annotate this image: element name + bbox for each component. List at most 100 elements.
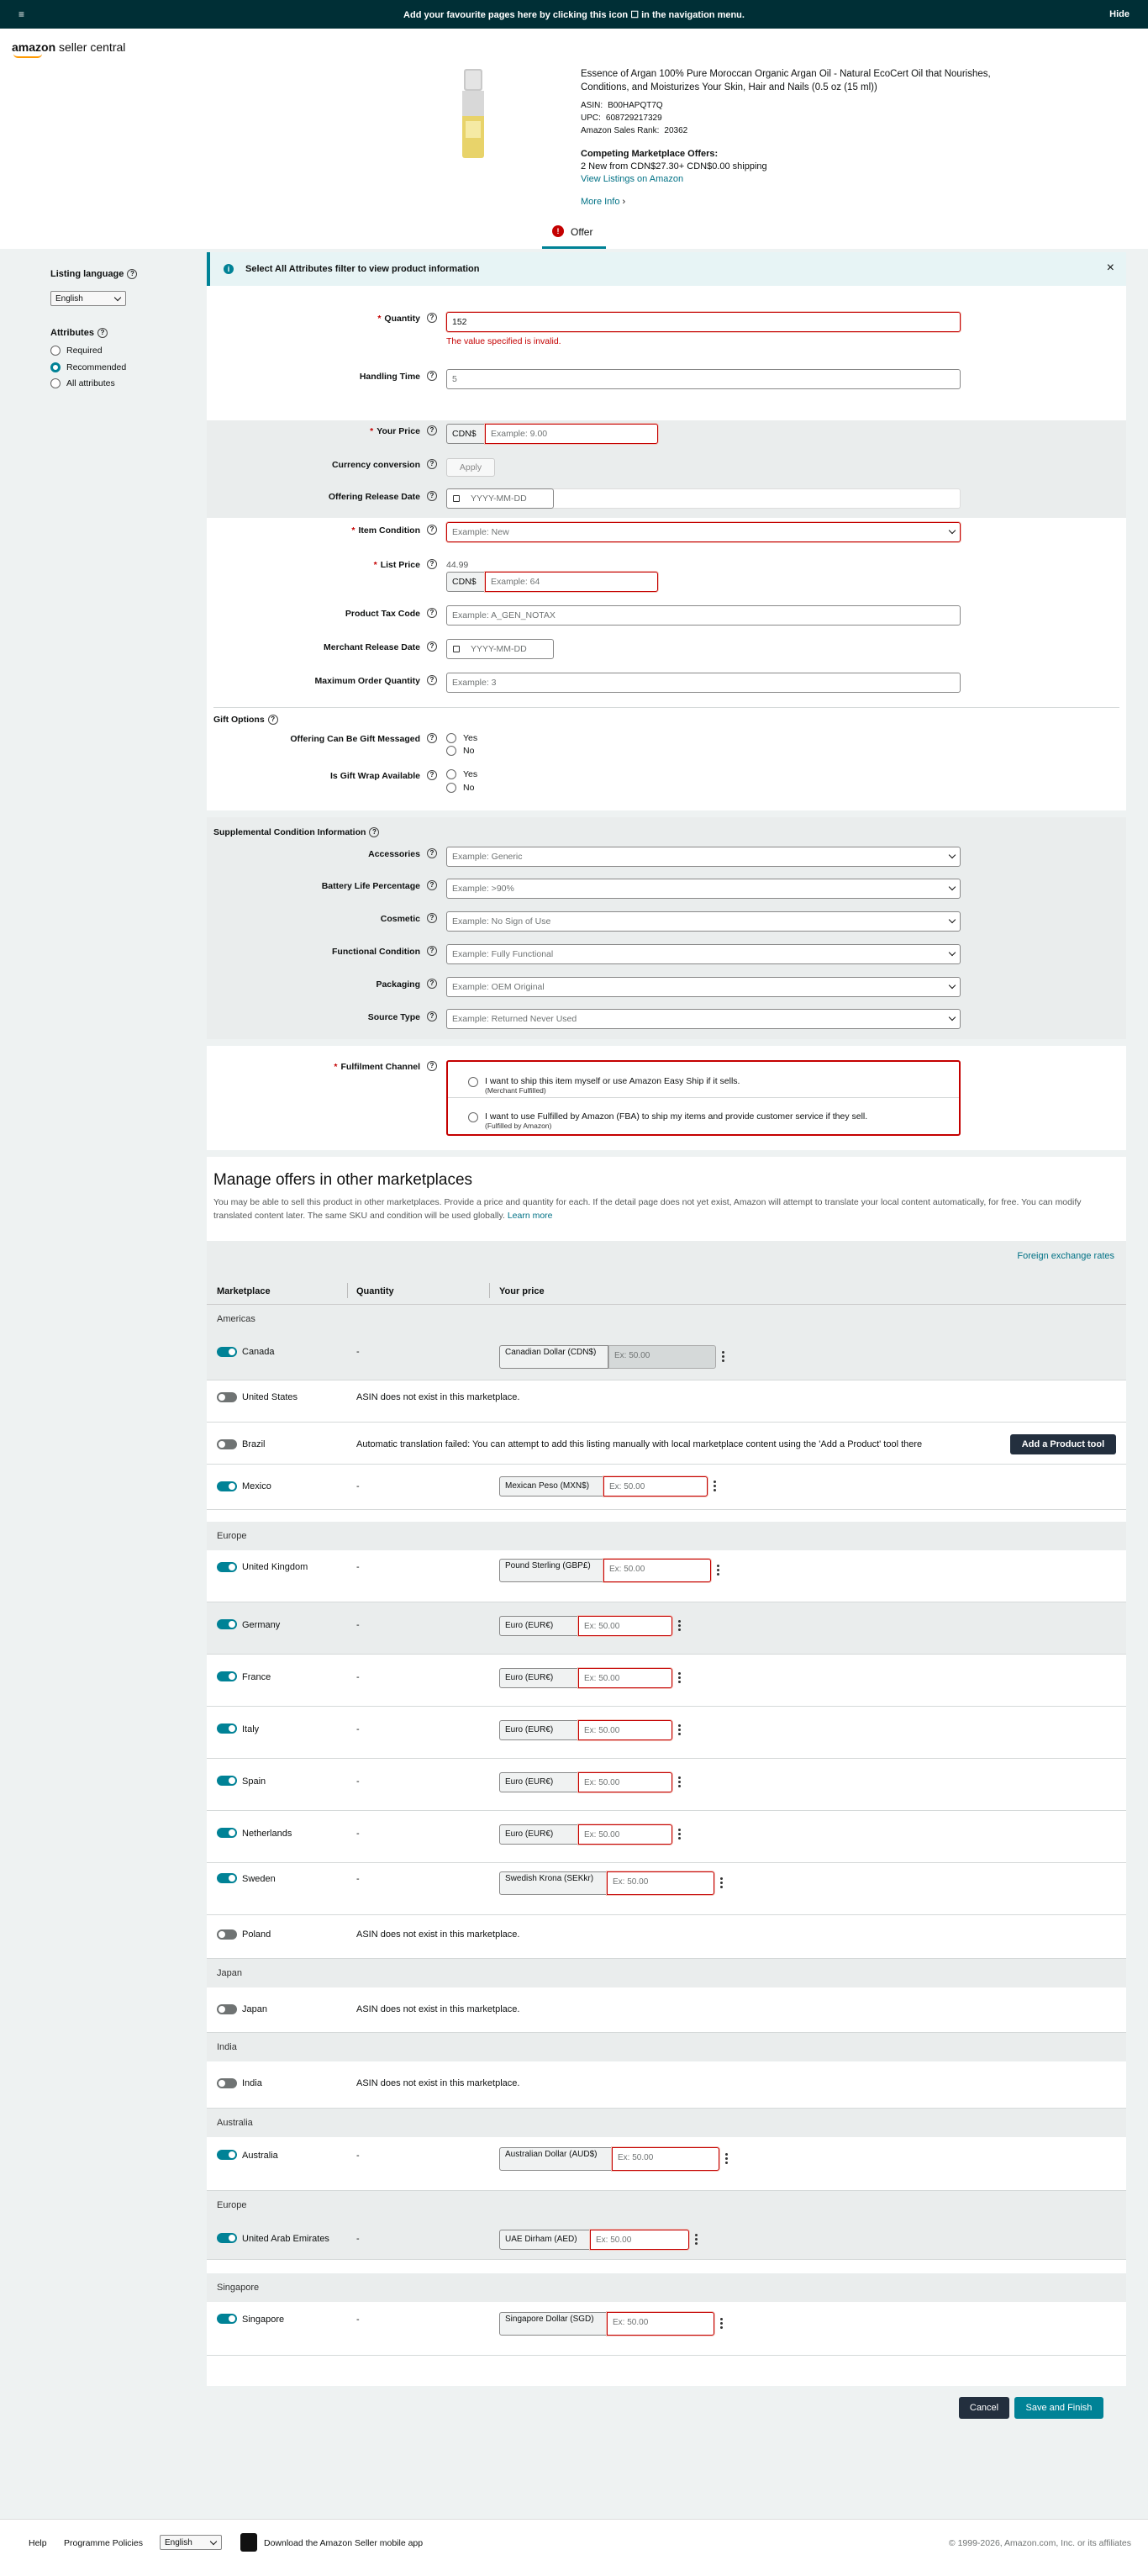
help-icon[interactable]: ? <box>427 880 437 890</box>
footer-help-link[interactable]: Help <box>29 2538 47 2548</box>
help-icon[interactable]: ? <box>427 459 437 469</box>
cancel-button[interactable]: Cancel <box>959 2397 1009 2419</box>
toggle-united-states[interactable] <box>217 1392 237 1402</box>
help-icon[interactable]: ? <box>127 269 138 280</box>
toggle-spain[interactable] <box>217 1776 237 1786</box>
help-icon[interactable]: ? <box>267 715 278 726</box>
handling-time-input[interactable]: 5 <box>446 369 961 389</box>
help-icon[interactable]: ? <box>427 608 437 618</box>
functional-condition-select[interactable]: Example: Fully Functional <box>446 944 961 964</box>
footer-language-select[interactable]: English <box>160 2535 222 2550</box>
mobile-app-link[interactable]: Download the Amazon Seller mobile app <box>264 2538 423 2548</box>
more-options-icon[interactable] <box>678 1672 681 1684</box>
product-tax-code-input[interactable]: Example: A_GEN_NOTAX <box>446 605 961 626</box>
toggle-india[interactable] <box>217 2078 237 2088</box>
foreign-exchange-link[interactable]: Foreign exchange rates <box>1017 1251 1114 1261</box>
help-icon[interactable]: ? <box>369 827 380 838</box>
seller-central-logo[interactable]: amazon seller central <box>12 40 125 58</box>
help-icon[interactable]: ? <box>427 559 437 569</box>
price-input[interactable]: Ex: 50.00 <box>612 2147 719 2171</box>
gift-message-yes-radio[interactable] <box>446 733 456 743</box>
quantity-input[interactable]: 152 <box>446 312 961 332</box>
more-options-icon[interactable] <box>714 1481 716 1492</box>
price-input[interactable]: Ex: 50.00 <box>608 1345 716 1369</box>
radio-recommended[interactable] <box>50 362 61 372</box>
price-input[interactable]: Ex: 50.00 <box>603 1476 708 1497</box>
help-icon[interactable]: ? <box>427 525 437 535</box>
toggle-united-arab-emirates[interactable] <box>217 2233 237 2243</box>
merchant-release-date-input[interactable]: YYYY-MM-DD <box>446 639 554 659</box>
item-condition-select[interactable]: Example: New <box>446 522 961 542</box>
help-icon[interactable]: ? <box>427 675 437 685</box>
toggle-singapore[interactable] <box>217 2314 237 2324</box>
price-input[interactable]: Ex: 50.00 <box>607 1871 714 1895</box>
more-options-icon[interactable] <box>678 1829 681 1840</box>
toggle-germany[interactable] <box>217 1619 237 1629</box>
more-options-icon[interactable] <box>678 1776 681 1788</box>
fba-option[interactable]: I want to use Fulfilled by Amazon (FBA) … <box>485 1111 867 1130</box>
hide-button[interactable]: Hide <box>1109 9 1130 19</box>
price-input[interactable]: Ex: 50.00 <box>578 1668 672 1688</box>
accessories-select[interactable]: Example: Generic <box>446 847 961 867</box>
cosmetic-select[interactable]: Example: No Sign of Use <box>446 911 961 932</box>
close-icon[interactable]: × <box>1107 261 1114 276</box>
more-options-icon[interactable] <box>717 1565 719 1576</box>
help-icon[interactable]: ? <box>427 313 437 323</box>
toggle-japan[interactable] <box>217 2004 237 2014</box>
toggle-netherlands[interactable] <box>217 1828 237 1838</box>
help-icon[interactable]: ? <box>427 641 437 652</box>
price-input[interactable]: Ex: 50.00 <box>590 2230 689 2250</box>
help-icon[interactable]: ? <box>427 913 437 923</box>
more-options-icon[interactable] <box>678 1620 681 1632</box>
calendar-icon[interactable] <box>453 646 460 652</box>
help-icon[interactable]: ? <box>427 733 437 743</box>
toggle-mexico[interactable] <box>217 1481 237 1491</box>
toggle-france[interactable] <box>217 1671 237 1681</box>
language-select[interactable]: English <box>50 291 126 306</box>
packaging-select[interactable]: Example: OEM Original <box>446 977 961 997</box>
help-icon[interactable]: ? <box>427 371 437 381</box>
view-listings-link[interactable]: View Listings on Amazon <box>581 173 767 186</box>
toggle-poland[interactable] <box>217 1929 237 1940</box>
help-icon[interactable]: ? <box>427 979 437 989</box>
add-product-tool-button[interactable]: Add a Product tool <box>1010 1434 1116 1454</box>
price-input[interactable]: Ex: 50.00 <box>603 1559 711 1582</box>
price-input[interactable]: Ex: 50.00 <box>578 1616 672 1636</box>
battery-life-select[interactable]: Example: >90% <box>446 879 961 899</box>
apply-button[interactable]: Apply <box>446 458 495 477</box>
toggle-brazil[interactable] <box>217 1439 237 1449</box>
toggle-united-kingdom[interactable] <box>217 1562 237 1572</box>
help-icon[interactable]: ? <box>427 946 437 956</box>
help-icon[interactable]: ? <box>427 848 437 858</box>
toggle-canada[interactable] <box>217 1347 237 1357</box>
source-type-select[interactable]: Example: Returned Never Used <box>446 1009 961 1029</box>
toggle-sweden[interactable] <box>217 1873 237 1883</box>
merchant-fulfilled-radio[interactable] <box>468 1077 478 1087</box>
gift-wrap-no-radio[interactable] <box>446 783 456 793</box>
more-info-link[interactable]: More Info › <box>581 197 625 207</box>
learn-more-link[interactable]: Learn more <box>508 1211 553 1221</box>
radio-all-attributes[interactable] <box>50 378 61 388</box>
gift-wrap-yes-radio[interactable] <box>446 769 456 779</box>
list-price-input[interactable]: Example: 64 <box>485 572 658 592</box>
help-icon[interactable]: ? <box>427 1011 437 1021</box>
more-options-icon[interactable] <box>678 1724 681 1736</box>
price-input[interactable]: Ex: 50.00 <box>578 1824 672 1845</box>
more-options-icon[interactable] <box>695 2234 698 2246</box>
more-options-icon[interactable] <box>725 2153 728 2165</box>
price-input[interactable]: Ex: 50.00 <box>578 1720 672 1740</box>
calendar-icon[interactable] <box>453 495 460 502</box>
more-options-icon[interactable] <box>720 2318 723 2330</box>
help-icon[interactable]: ? <box>427 770 437 780</box>
radio-required[interactable] <box>50 346 61 356</box>
fba-radio[interactable] <box>468 1112 478 1122</box>
toggle-australia[interactable] <box>217 2150 237 2160</box>
your-price-input[interactable]: Example: 9.00 <box>485 424 658 444</box>
gift-message-no-radio[interactable] <box>446 746 456 756</box>
help-icon[interactable]: ? <box>427 425 437 435</box>
more-options-icon[interactable] <box>720 1877 723 1889</box>
help-icon[interactable]: ? <box>97 328 108 339</box>
tab-offer[interactable]: ! Offer <box>542 225 606 249</box>
toggle-italy[interactable] <box>217 1723 237 1734</box>
help-icon[interactable]: ? <box>427 1061 437 1071</box>
